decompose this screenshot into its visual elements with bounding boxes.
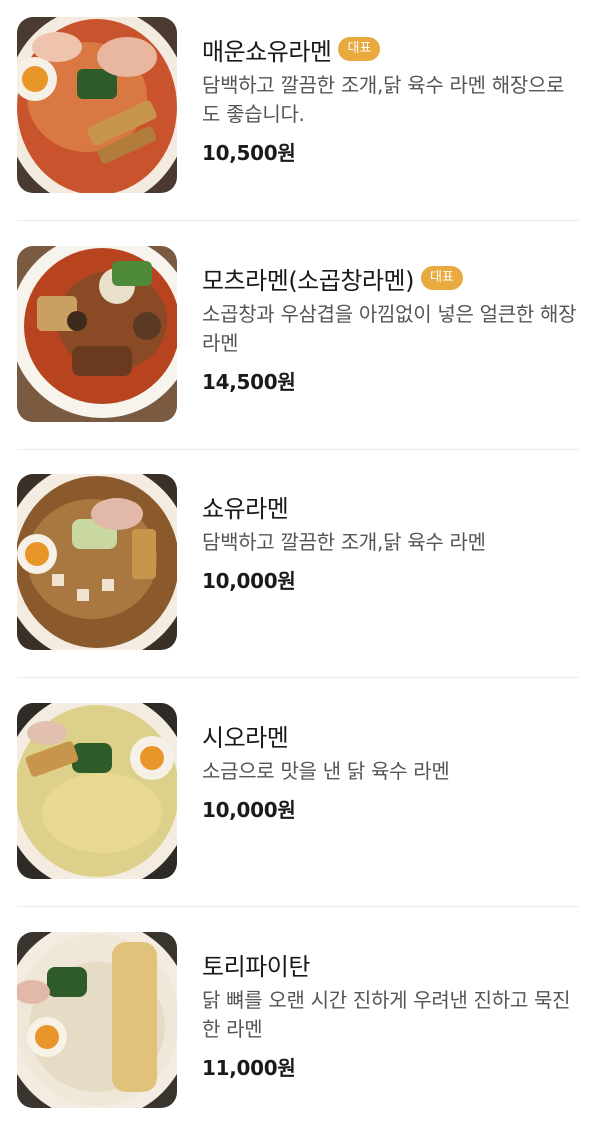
menu-item-price: 11,000원 (202, 1056, 296, 1080)
menu-item-info: 쇼유라멘 담백하고 깔끔한 조개,닭 육수 라멘 10,000원 (202, 474, 579, 594)
divider (17, 449, 579, 450)
divider (17, 220, 579, 221)
menu-item-price: 10,000원 (202, 798, 296, 822)
menu-item-photo (17, 703, 177, 879)
menu-list: 매운쇼유라멘 대표 담백하고 깔끔한 조개,닭 육수 라멘 해장으로도 좋습니다… (0, 0, 595, 1129)
menu-item-name: 토리파이탄 (202, 952, 310, 981)
menu-item-info: 토리파이탄 닭 뼈를 오랜 시간 진하게 우려낸 진하고 묵진한 라멘 11,0… (202, 932, 579, 1081)
menu-item-description: 닭 뼈를 오랜 시간 진하게 우려낸 진하고 묵진한 라멘 (202, 988, 571, 1041)
divider (17, 906, 579, 907)
menu-item-name: 모츠라멘(소곱창라멘) (202, 266, 414, 295)
menu-item-name: 쇼유라멘 (202, 494, 289, 523)
signature-badge: 대표 (338, 37, 381, 61)
menu-item-photo (17, 932, 177, 1108)
menu-item-photo (17, 474, 177, 650)
menu-item-description: 담백하고 깔끔한 조개,닭 육수 라멘 (202, 530, 486, 554)
menu-item[interactable]: 토리파이탄 닭 뼈를 오랜 시간 진하게 우려낸 진하고 묵진한 라멘 11,0… (0, 932, 595, 1112)
menu-item-description: 소곱창과 우삼겹을 아낌없이 넣은 얼큰한 해장라멘 (202, 302, 577, 355)
menu-item-name: 매운쇼유라멘 (202, 37, 332, 66)
menu-item-price: 10,500원 (202, 141, 296, 165)
menu-item-price: 10,000원 (202, 569, 296, 593)
menu-item[interactable]: 모츠라멘(소곱창라멘) 대표 소곱창과 우삼겹을 아낌없이 넣은 얼큰한 해장라… (0, 246, 595, 450)
menu-item-photo (17, 246, 177, 422)
menu-item-info: 시오라멘 소금으로 맛을 낸 닭 육수 라멘 10,000원 (202, 703, 579, 823)
menu-item-photo (17, 17, 177, 193)
menu-item-price: 14,500원 (202, 370, 296, 394)
signature-badge: 대표 (420, 266, 463, 290)
menu-item-info: 모츠라멘(소곱창라멘) 대표 소곱창과 우삼겹을 아낌없이 넣은 얼큰한 해장라… (202, 246, 579, 395)
menu-item[interactable]: 시오라멘 소금으로 맛을 낸 닭 육수 라멘 10,000원 (0, 703, 595, 907)
menu-item-description: 담백하고 깔끔한 조개,닭 육수 라멘 해장으로도 좋습니다. (202, 73, 565, 126)
menu-item-name: 시오라멘 (202, 723, 289, 752)
menu-item[interactable]: 쇼유라멘 담백하고 깔끔한 조개,닭 육수 라멘 10,000원 (0, 474, 595, 678)
divider (17, 677, 579, 678)
menu-item-info: 매운쇼유라멘 대표 담백하고 깔끔한 조개,닭 육수 라멘 해장으로도 좋습니다… (202, 17, 579, 166)
menu-item[interactable]: 매운쇼유라멘 대표 담백하고 깔끔한 조개,닭 육수 라멘 해장으로도 좋습니다… (0, 17, 595, 221)
menu-item-description: 소금으로 맛을 낸 닭 육수 라멘 (202, 759, 450, 783)
